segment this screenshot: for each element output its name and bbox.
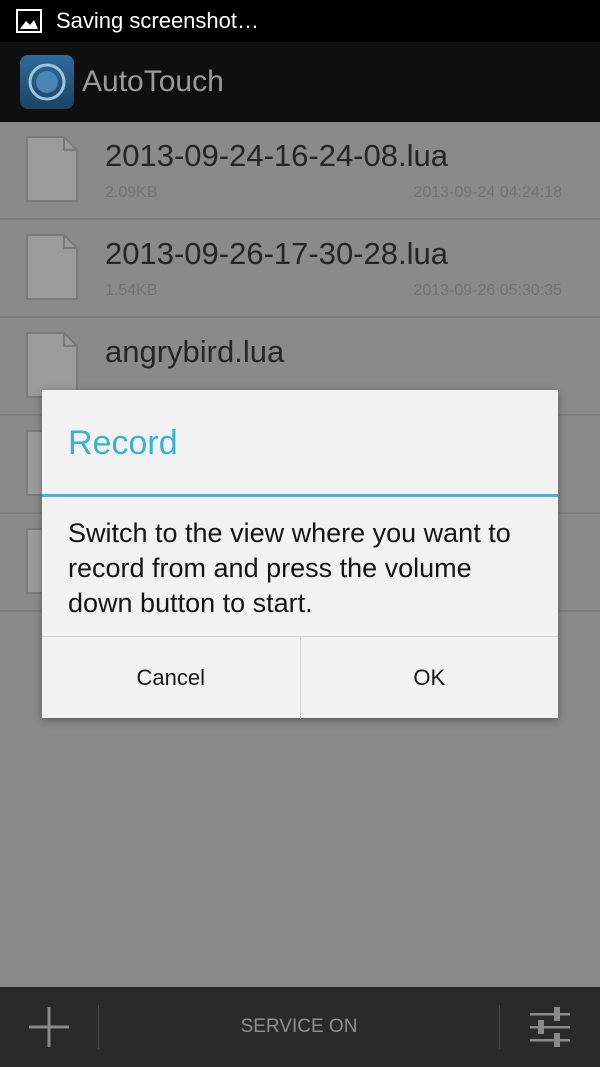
dialog-title-divider <box>42 494 558 497</box>
action-bar: AutoTouch <box>0 42 600 122</box>
sliders-icon <box>530 1007 570 1047</box>
autotouch-app-icon[interactable] <box>20 55 74 109</box>
add-button[interactable] <box>0 987 98 1067</box>
file-name: 2013-09-24-16-24-08.lua <box>105 138 448 173</box>
status-notification-text: Saving screenshot… <box>56 8 259 33</box>
file-name: 2013-09-26-17-30-28.lua <box>105 236 448 271</box>
dialog-title: Record <box>68 424 178 462</box>
record-dialog: Record Switch to the view where you want… <box>42 390 558 719</box>
picture-icon <box>16 9 42 33</box>
file-row[interactable]: 2013-09-24-16-24-08.lua 2.09KB 2013-09-2… <box>0 122 600 220</box>
file-size: 1.54KB <box>105 282 158 299</box>
file-icon <box>26 234 78 300</box>
bottom-bar: SERVICE ON <box>0 987 600 1067</box>
file-size: 2.09KB <box>105 184 158 201</box>
cancel-button[interactable]: Cancel <box>42 637 301 719</box>
file-date: 2013-09-24 04:24:18 <box>413 184 562 201</box>
ok-button[interactable]: OK <box>301 637 559 719</box>
status-bar: Saving screenshot… <box>0 0 600 42</box>
target-icon <box>28 63 66 101</box>
file-date: 2013-09-26 05:30:35 <box>413 282 562 299</box>
file-icon <box>26 332 78 398</box>
app-title: AutoTouch <box>82 65 224 98</box>
file-icon <box>26 136 78 202</box>
file-name: angrybird.lua <box>105 334 285 369</box>
dialog-message: Switch to the view where you want to rec… <box>68 518 511 618</box>
service-toggle[interactable]: SERVICE ON <box>99 1016 499 1038</box>
plus-icon <box>29 1007 69 1047</box>
dialog-button-bar: Cancel OK <box>42 636 558 719</box>
settings-button[interactable] <box>500 987 600 1067</box>
file-row[interactable]: 2013-09-26-17-30-28.lua 1.54KB 2013-09-2… <box>0 220 600 318</box>
